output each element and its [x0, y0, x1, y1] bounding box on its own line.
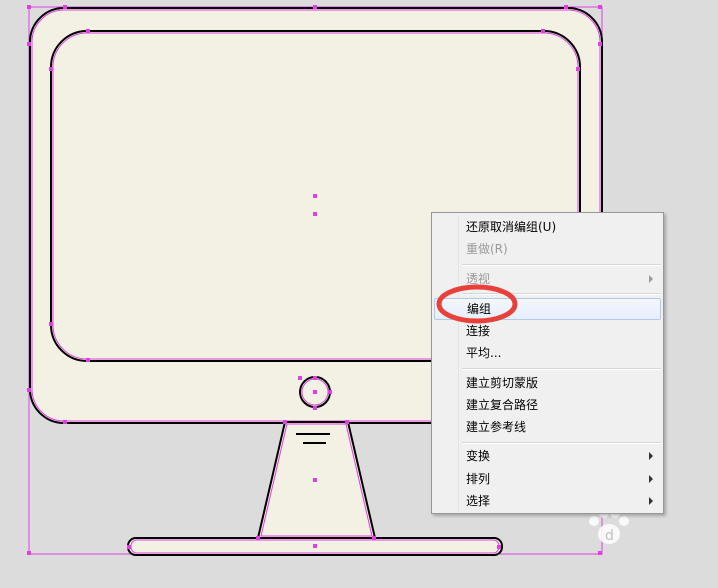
anchor-point: [328, 390, 332, 394]
anchor-point: [63, 420, 67, 424]
anchor-point: [313, 544, 317, 548]
anchor-point: [127, 545, 131, 549]
submenu-arrow-icon: [649, 497, 653, 505]
menu-separator: [462, 264, 661, 266]
menu-item-make-guides[interactable]: 建立参考线: [434, 416, 661, 438]
anchor-point: [63, 5, 67, 9]
menu-item-label: 变换: [466, 449, 491, 463]
menu-item-label: 还原取消编组(U): [466, 220, 557, 234]
anchor-point: [313, 212, 317, 216]
anchor-point: [283, 420, 287, 424]
anchor-point: [298, 376, 302, 380]
submenu-arrow-icon: [649, 475, 653, 483]
anchor-point: [27, 551, 31, 555]
anchor-point: [49, 322, 53, 326]
anchor-point: [313, 478, 317, 482]
menu-item-arrange[interactable]: 排列: [434, 468, 661, 490]
context-menu: 还原取消编组(U) 重做(R) 透视 编组 连接 平均... 建立剪切蒙版 建立…: [431, 212, 664, 514]
anchor-point: [313, 406, 317, 410]
menu-item-label: 连接: [466, 324, 491, 338]
anchor-point: [313, 376, 317, 380]
menu-item-perspective[interactable]: 透视: [434, 268, 661, 290]
anchor-point: [372, 536, 376, 540]
anchor-point: [598, 551, 602, 555]
anchor-point: [27, 42, 31, 46]
menu-item-label: 建立参考线: [466, 420, 527, 434]
menu-item-transform[interactable]: 变换: [434, 445, 661, 467]
anchor-point: [576, 67, 580, 71]
menu-separator: [462, 293, 661, 295]
submenu-arrow-icon: [649, 452, 653, 460]
menu-item-average[interactable]: 平均...: [434, 342, 661, 364]
menu-item-label: 建立剪切蒙版: [466, 376, 539, 390]
anchor-point: [313, 5, 317, 9]
menu-item-label: 选择: [466, 494, 491, 508]
anchor-point: [256, 536, 260, 540]
menu-item-make-clipping-mask[interactable]: 建立剪切蒙版: [434, 372, 661, 394]
anchor-point: [86, 358, 90, 362]
anchor-point: [541, 29, 545, 33]
anchor-point: [598, 42, 602, 46]
menu-item-label: 平均...: [466, 346, 502, 360]
anchor-point: [564, 5, 568, 9]
watermark-text: d: [605, 528, 614, 544]
menu-item-group[interactable]: 编组: [434, 298, 661, 320]
anchor-point: [497, 545, 501, 549]
menu-item-join[interactable]: 连接: [434, 320, 661, 342]
menu-item-undo-ungroup[interactable]: 还原取消编组(U): [434, 216, 661, 238]
menu-item-label: 重做(R): [466, 242, 508, 256]
menu-item-label: 透视: [466, 272, 491, 286]
menu-item-make-compound-path[interactable]: 建立复合路径: [434, 394, 661, 416]
anchor-point: [345, 420, 349, 424]
anchor-point: [27, 5, 31, 9]
anchor-point: [86, 29, 90, 33]
anchor-point: [49, 67, 53, 71]
menu-separator: [462, 442, 661, 444]
menu-item-label: 建立复合路径: [466, 398, 539, 412]
submenu-arrow-icon: [649, 275, 653, 283]
menu-item-label: 排列: [466, 472, 491, 486]
anchor-point: [598, 5, 602, 9]
anchor-point: [313, 390, 317, 394]
anchor-point: [313, 194, 317, 198]
menu-separator: [462, 368, 661, 370]
menu-item-select[interactable]: 选择: [434, 490, 661, 512]
anchor-point: [27, 388, 31, 392]
menu-item-redo[interactable]: 重做(R): [434, 238, 661, 260]
menu-item-label: 编组: [467, 302, 492, 316]
